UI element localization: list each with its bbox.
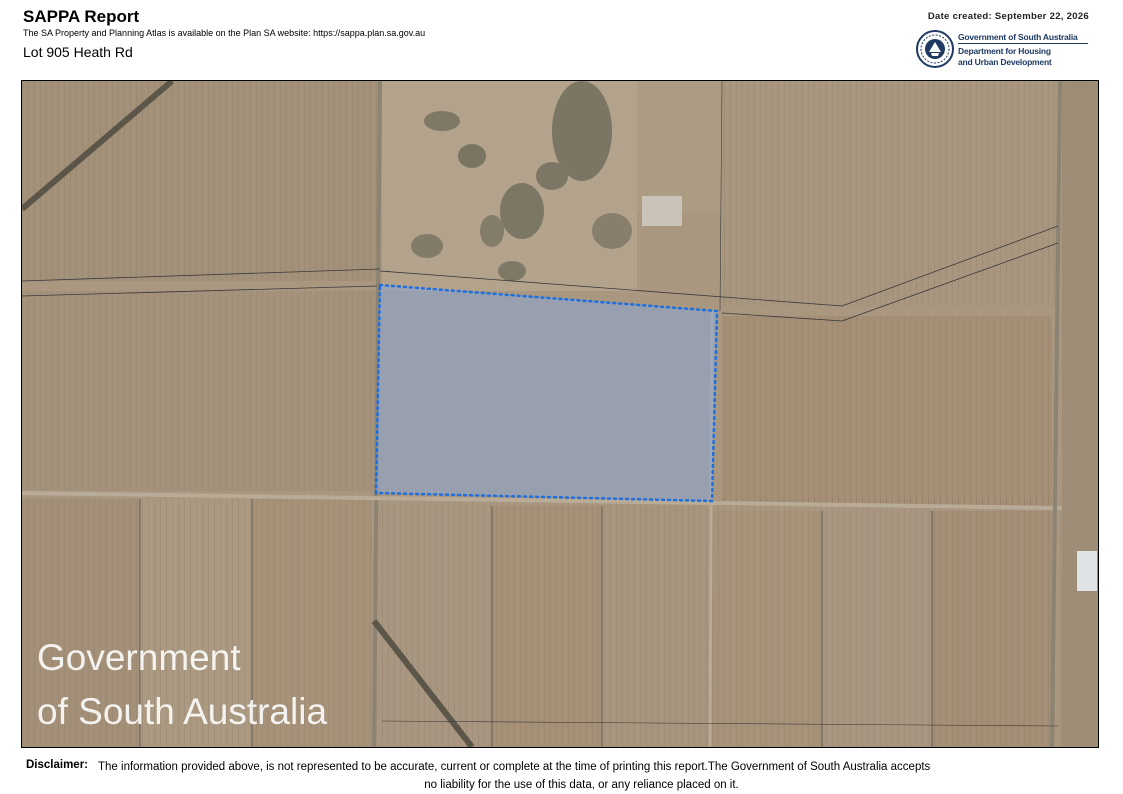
date-created: Date created: September 22, 2026 [927,11,1089,22]
logo-divider [958,43,1088,44]
disclaimer-label: Disclaimer: [26,759,89,771]
watermark-line1: Government [37,637,241,678]
state-seal-icon [916,30,954,68]
logo-department-line2: and Urban Development [958,57,1052,67]
selected-parcel[interactable] [374,283,719,503]
disclaimer-line1: The information provided above, is not r… [98,761,931,773]
report-title: SAPPA Report [23,7,140,26]
aerial-map[interactable]: Government of South Australia [21,80,1099,748]
logo-department-line1: Department for Housing [958,46,1051,56]
watermark-line2: of South Australia [37,691,328,732]
map-watermark: Government of South Australia [37,631,327,739]
logo-government-text: Government of South Australia [958,32,1078,42]
government-logo: Government of South Australia Department… [916,30,1096,70]
disclaimer-line2: no liability for the use of this data, o… [424,779,739,791]
lot-address: Lot 905 Heath Rd [23,44,133,60]
report-subtitle: The SA Property and Planning Atlas is av… [23,28,426,38]
